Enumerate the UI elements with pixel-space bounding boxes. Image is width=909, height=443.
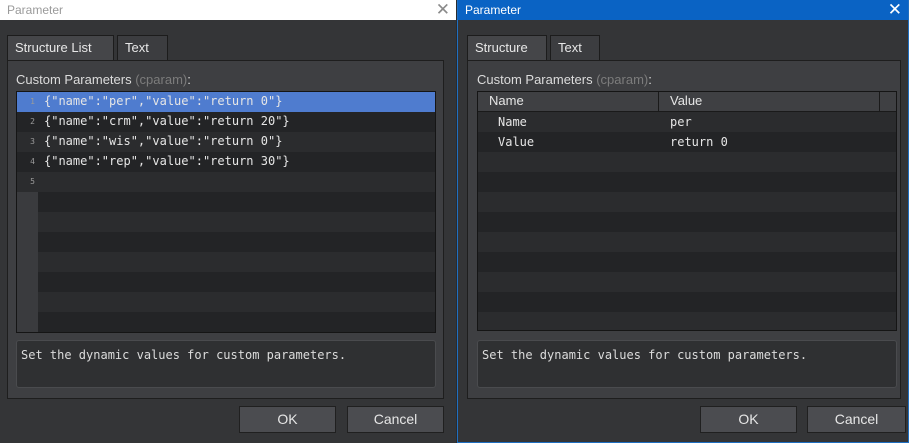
table-header: Name Value bbox=[478, 92, 896, 112]
table-row[interactable]: Name per bbox=[478, 112, 896, 132]
empty-row bbox=[38, 272, 435, 292]
cancel-button[interactable]: Cancel bbox=[807, 406, 906, 433]
line-number: 2 bbox=[30, 117, 35, 126]
tab-text[interactable]: Text bbox=[550, 35, 600, 60]
empty-row bbox=[38, 232, 435, 252]
field-label: Custom Parameters bbox=[477, 72, 593, 87]
field-hint: (cparam) bbox=[135, 72, 188, 87]
row-name-cell: Name bbox=[498, 115, 527, 129]
description-text: Set the dynamic values for custom parame… bbox=[21, 348, 347, 362]
empty-row bbox=[38, 192, 435, 212]
field-hint: (cparam) bbox=[596, 72, 649, 87]
editor-line[interactable]: 1 {"name":"per","value":"return 0"} bbox=[17, 92, 435, 112]
window-title: Parameter bbox=[465, 3, 522, 17]
empty-row bbox=[478, 292, 896, 312]
window-title: Parameter bbox=[7, 3, 64, 17]
line-text: {"name":"wis","value":"return 0"} bbox=[44, 134, 283, 148]
line-number: 5 bbox=[30, 177, 35, 186]
description-box: Set the dynamic values for custom parame… bbox=[16, 340, 436, 388]
field-colon: : bbox=[648, 72, 652, 87]
line-text: {"name":"rep","value":"return 30"} bbox=[44, 154, 290, 168]
editor-line[interactable]: 4 {"name":"rep","value":"return 30"} bbox=[17, 152, 435, 172]
line-number: 1 bbox=[30, 97, 35, 106]
description-box: Set the dynamic values for custom parame… bbox=[477, 340, 897, 388]
row-value-cell: return 0 bbox=[670, 135, 728, 149]
tab-panel: Custom Parameters (cparam): 1 {"name":"p… bbox=[7, 60, 444, 399]
parameter-dialog-right: Parameter ✕ Structure Text Custom Parame… bbox=[457, 0, 909, 443]
field-colon: : bbox=[187, 72, 191, 87]
tab-structure[interactable]: Structure bbox=[467, 35, 547, 61]
editor-line[interactable]: 2 {"name":"crm","value":"return 20"} bbox=[17, 112, 435, 132]
column-header-value[interactable]: Value bbox=[659, 92, 880, 111]
row-value-cell: per bbox=[670, 115, 692, 129]
field-label: Custom Parameters bbox=[16, 72, 132, 87]
line-number: 4 bbox=[30, 157, 35, 166]
editor-line[interactable]: 5 bbox=[17, 172, 435, 192]
custom-parameters-label: Custom Parameters (cparam): bbox=[477, 72, 652, 87]
row-name-cell: Value bbox=[498, 135, 535, 149]
column-header-name[interactable]: Name bbox=[478, 92, 659, 111]
close-icon[interactable]: ✕ bbox=[888, 0, 902, 20]
ok-button[interactable]: OK bbox=[700, 406, 797, 433]
code-editor[interactable]: 1 {"name":"per","value":"return 0"} 2 {"… bbox=[16, 91, 436, 333]
line-number: 3 bbox=[30, 137, 35, 146]
parameter-table[interactable]: Name Value Name per Value return 0 bbox=[477, 91, 897, 331]
editor-line[interactable]: 3 {"name":"wis","value":"return 0"} bbox=[17, 132, 435, 152]
cancel-button[interactable]: Cancel bbox=[347, 406, 444, 433]
description-text: Set the dynamic values for custom parame… bbox=[482, 348, 808, 362]
ok-button[interactable]: OK bbox=[239, 406, 336, 433]
empty-row bbox=[478, 252, 896, 272]
custom-parameters-label: Custom Parameters (cparam): bbox=[16, 72, 191, 87]
empty-row bbox=[478, 172, 896, 192]
close-icon[interactable]: ✕ bbox=[436, 0, 450, 20]
empty-row bbox=[478, 212, 896, 232]
tab-structure-list[interactable]: Structure List bbox=[7, 35, 114, 61]
empty-row bbox=[38, 312, 435, 332]
line-text: {"name":"per","value":"return 0"} bbox=[44, 94, 283, 108]
table-row[interactable]: Value return 0 bbox=[478, 132, 896, 152]
title-bar[interactable]: Parameter ✕ bbox=[0, 0, 456, 20]
line-text: {"name":"crm","value":"return 20"} bbox=[44, 114, 290, 128]
parameter-dialog-left: Parameter ✕ Structure List Text Custom P… bbox=[0, 0, 456, 443]
tab-text[interactable]: Text bbox=[117, 35, 168, 60]
title-bar[interactable]: Parameter ✕ bbox=[458, 0, 908, 20]
tab-panel: Custom Parameters (cparam): Name Value N… bbox=[467, 60, 901, 399]
